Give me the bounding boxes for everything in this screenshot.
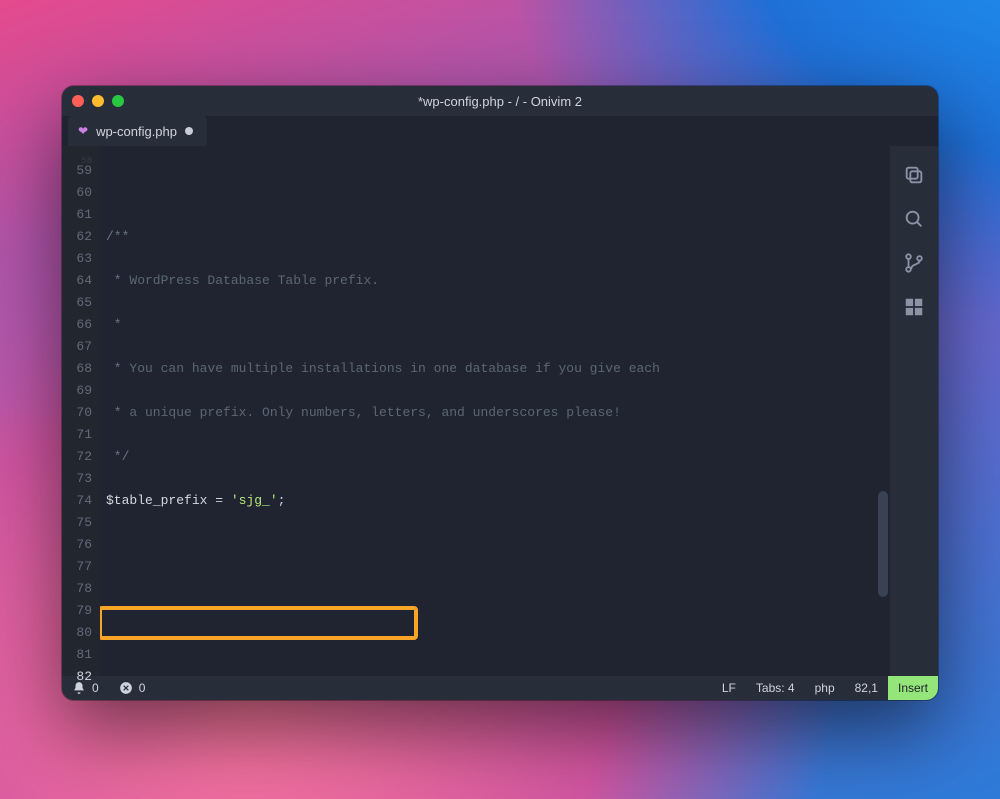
line-ending[interactable]: LF <box>712 676 746 700</box>
tab-strip: ❤ wp-config.php <box>62 116 938 146</box>
copy-icon[interactable] <box>903 164 925 186</box>
status-bar: 0 0 LF Tabs: 4 php 82,1 Insert <box>62 676 938 700</box>
vim-mode: Insert <box>888 676 938 700</box>
activity-bar <box>890 146 938 676</box>
modified-indicator-icon <box>185 127 193 135</box>
code-area[interactable]: /** * WordPress Database Table prefix. *… <box>100 146 890 676</box>
grid-icon[interactable] <box>903 296 925 318</box>
tab-label: wp-config.php <box>96 124 177 139</box>
editor-window: *wp-config.php - / - Onivim 2 ❤ wp-confi… <box>62 86 938 700</box>
editor-scrollbar[interactable] <box>876 146 890 676</box>
php-file-icon: ❤ <box>78 124 88 138</box>
problems-button[interactable]: 0 <box>109 676 156 700</box>
error-count: 0 <box>139 681 146 695</box>
indentation[interactable]: Tabs: 4 <box>746 676 805 700</box>
git-branch-icon[interactable] <box>903 252 925 274</box>
line-number-gutter: 58 59 60 61 62 63 64 65 66 67 68 69 70 7… <box>62 146 100 676</box>
tab-wp-config[interactable]: ❤ wp-config.php <box>68 116 207 146</box>
error-icon <box>119 681 133 695</box>
language-mode[interactable]: php <box>805 676 845 700</box>
scrollbar-thumb[interactable] <box>878 491 888 597</box>
cursor-position[interactable]: 82,1 <box>845 676 888 700</box>
window-title: *wp-config.php - / - Onivim 2 <box>62 94 938 109</box>
search-icon[interactable] <box>903 208 925 230</box>
editor[interactable]: 58 59 60 61 62 63 64 65 66 67 68 69 70 7… <box>62 146 890 676</box>
titlebar: *wp-config.php - / - Onivim 2 <box>62 86 938 116</box>
